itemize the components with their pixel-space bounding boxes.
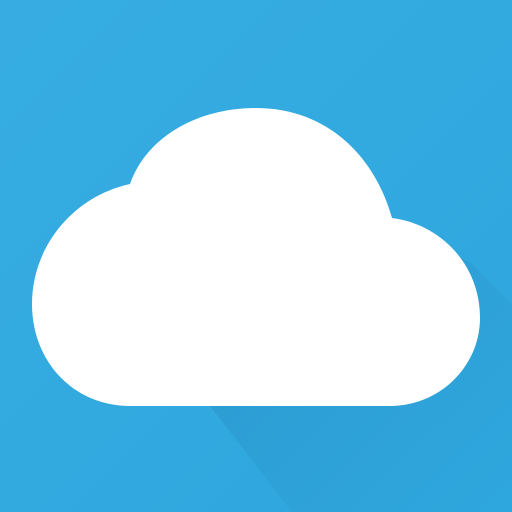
app-icon-graphic	[0, 0, 512, 512]
app-icon	[0, 0, 512, 512]
